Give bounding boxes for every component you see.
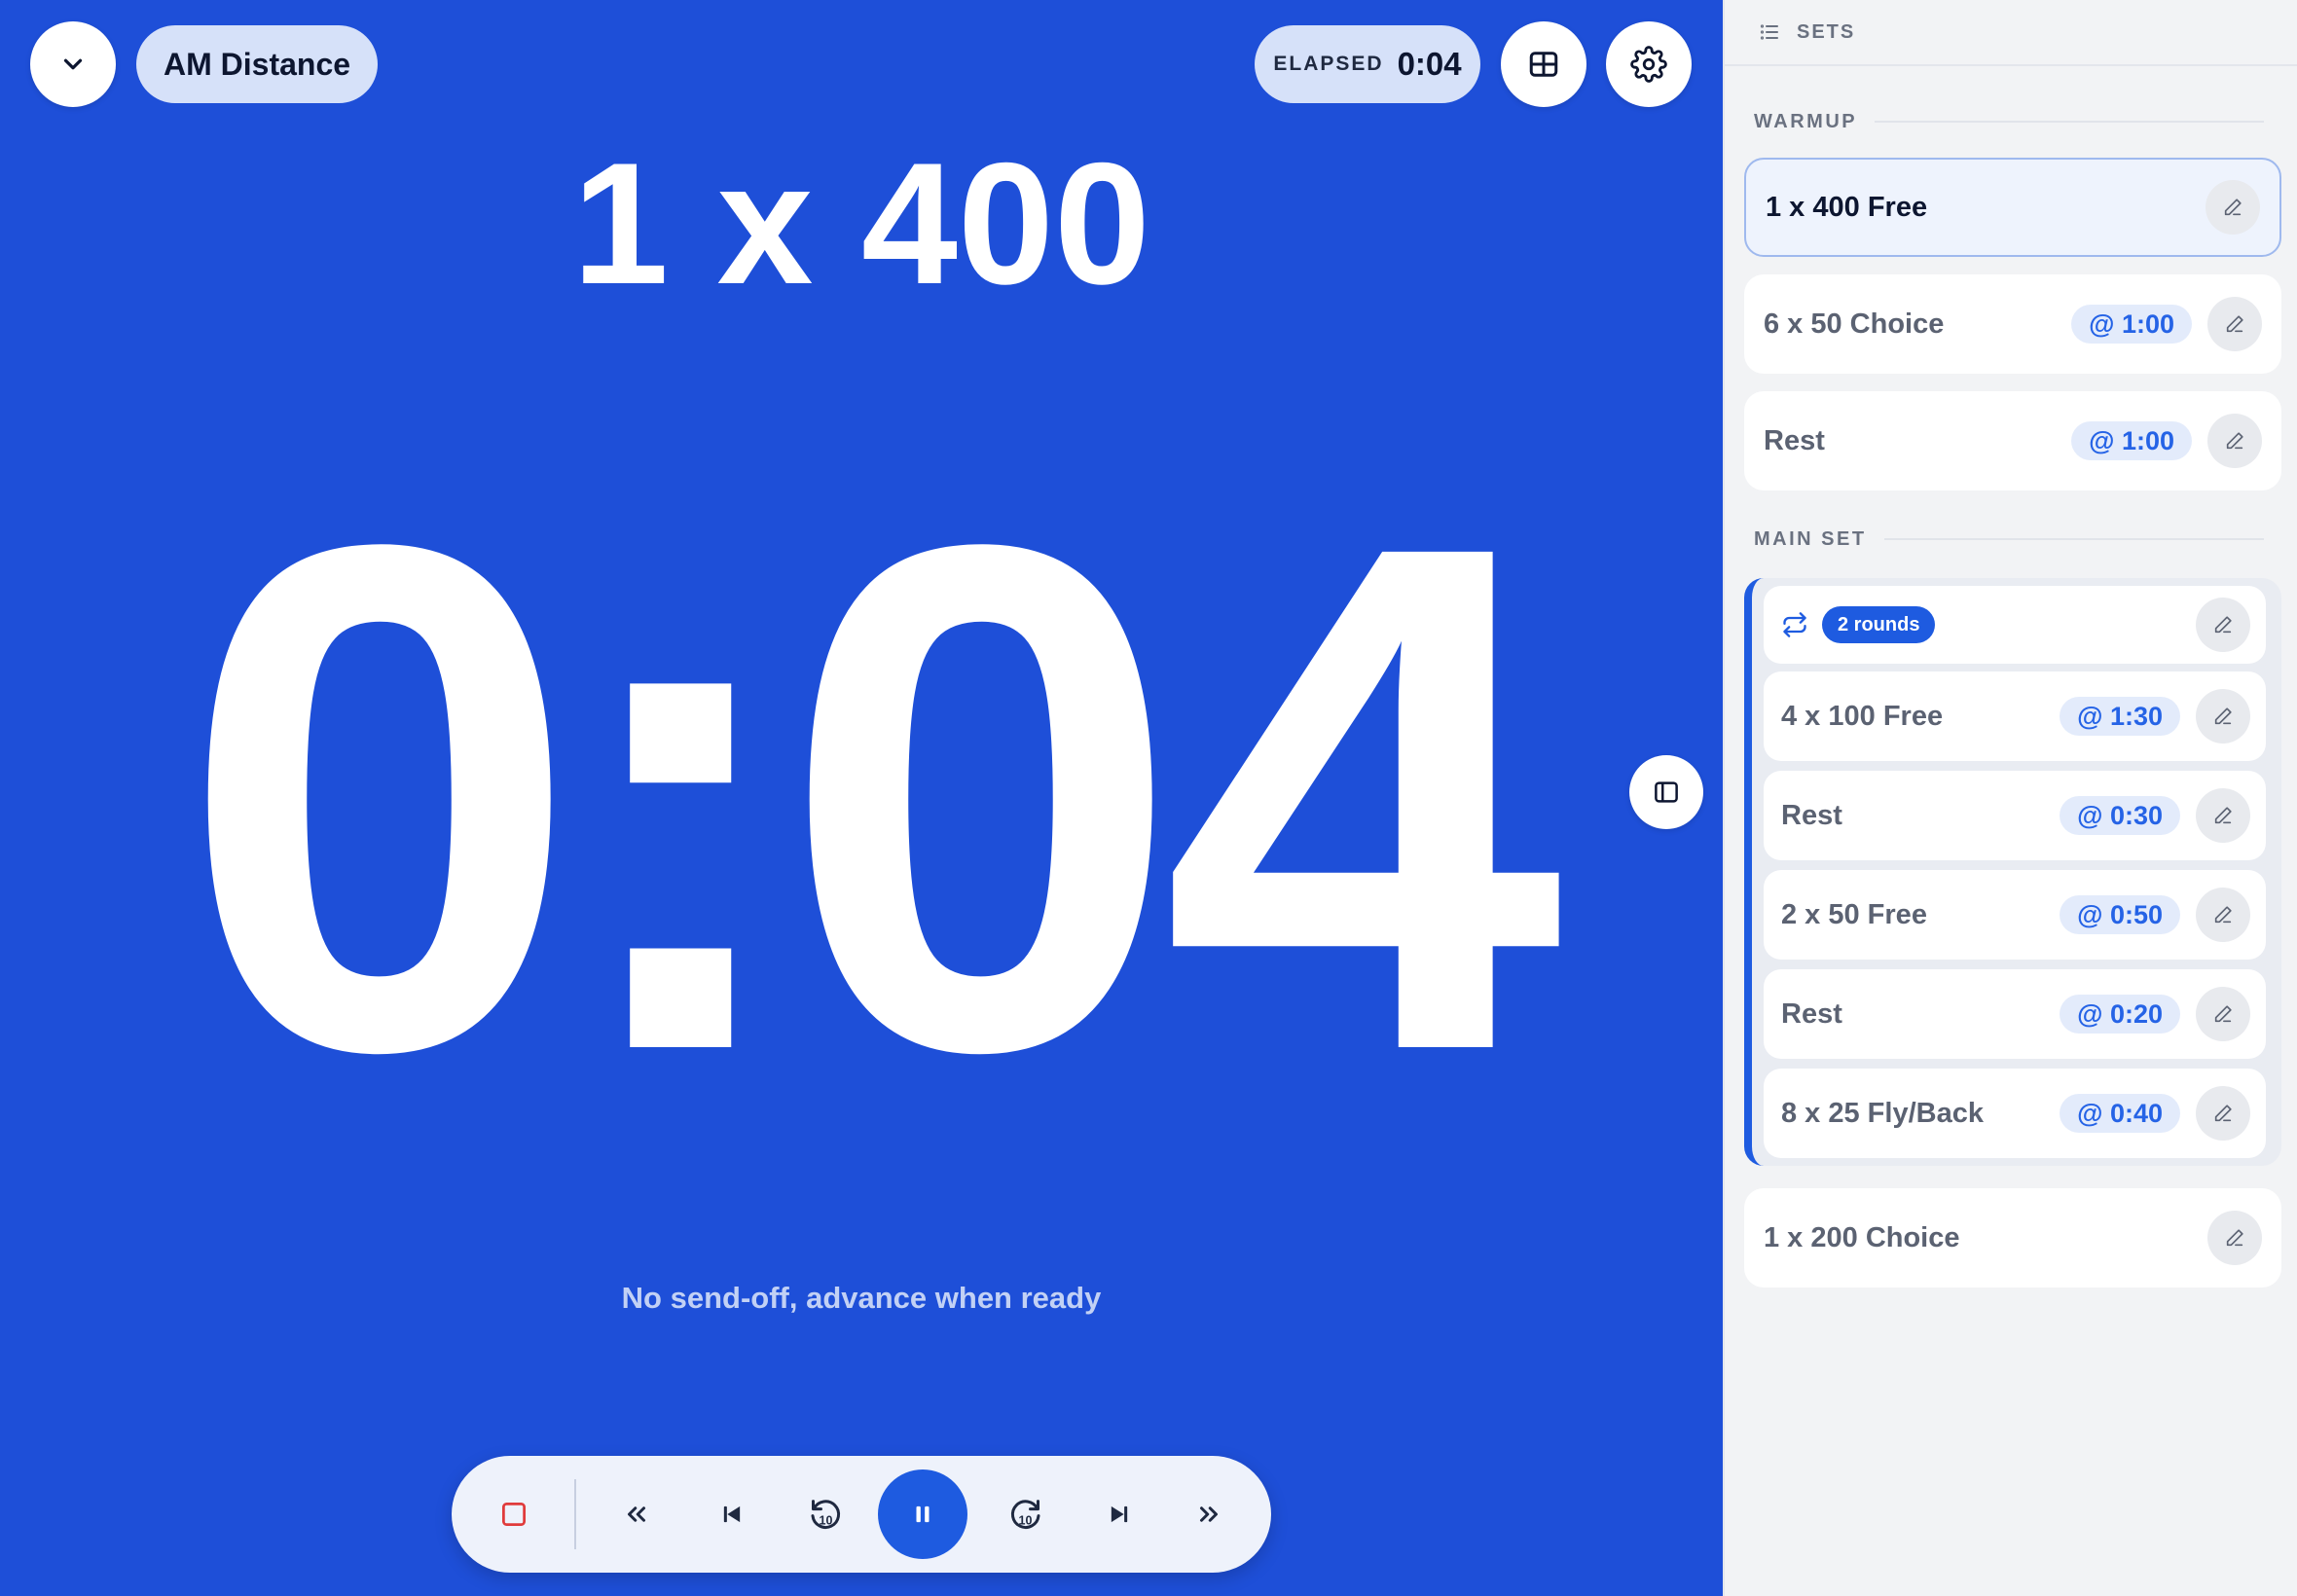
edit-button[interactable]: [2196, 888, 2250, 942]
rewind-10-button[interactable]: 10: [786, 1456, 864, 1573]
next-set-button[interactable]: [1170, 1456, 1248, 1573]
countdown-timer: 0:04: [179, 395, 1562, 1200]
sidebar-header: SETS: [1725, 0, 2297, 66]
set-item[interactable]: 4 x 100 Free @ 1:30: [1764, 671, 2266, 761]
list-icon: [1758, 20, 1781, 44]
sidebar-panel-icon: [1652, 778, 1681, 807]
playback-controls: 10 10: [452, 1456, 1271, 1573]
set-item[interactable]: 2 x 50 Free @ 0:50: [1764, 870, 2266, 960]
previous-set-button[interactable]: [598, 1456, 675, 1573]
elapsed-value: 0:04: [1397, 46, 1462, 82]
sendoff-badge: @ 0:40: [2060, 1094, 2180, 1133]
pencil-icon: [2212, 614, 2234, 635]
collapse-button[interactable]: [30, 21, 116, 107]
pencil-icon: [2212, 904, 2234, 925]
set-label: 6 x 50 Choice: [1764, 308, 1945, 340]
set-item[interactable]: 8 x 25 Fly/Back @ 0:40: [1764, 1069, 2266, 1158]
skip-forward-icon: [1106, 1501, 1133, 1528]
sendoff-badge: @ 1:00: [2071, 305, 2192, 344]
pencil-icon: [2222, 197, 2243, 218]
skip-back-button[interactable]: [693, 1456, 771, 1573]
svg-text:10: 10: [820, 1513, 833, 1527]
section-title: MAIN SET: [1754, 527, 1867, 550]
set-label: 1 x 200 Choice: [1764, 1221, 1960, 1253]
double-chevron-right-icon: [1194, 1500, 1223, 1529]
set-item[interactable]: Rest @ 1:00: [1744, 391, 2281, 490]
edit-button[interactable]: [2207, 297, 2262, 351]
stop-icon: [499, 1500, 529, 1529]
set-label: Rest: [1781, 799, 1842, 831]
pencil-icon: [2212, 1103, 2234, 1124]
set-item[interactable]: Rest @ 0:20: [1764, 969, 2266, 1059]
section-header-main-set: MAIN SET: [1754, 525, 2264, 554]
sidebar-toggle-button[interactable]: [1629, 755, 1703, 829]
edit-button[interactable]: [2196, 598, 2250, 652]
set-item[interactable]: 1 x 200 Choice: [1744, 1188, 2281, 1288]
settings-button[interactable]: [1606, 21, 1692, 107]
set-label: Rest: [1764, 424, 1825, 456]
chevron-down-icon: [58, 50, 88, 79]
set-item[interactable]: Rest @ 0:30: [1764, 771, 2266, 860]
gear-icon: [1630, 46, 1667, 83]
layout-button[interactable]: [1501, 21, 1586, 107]
edit-button[interactable]: [2207, 1211, 2262, 1265]
app-root: AM Distance ELAPSED 0:04 1 x 400 0:04 No…: [0, 0, 2297, 1596]
edit-button[interactable]: [2207, 414, 2262, 468]
workout-name-pill[interactable]: AM Distance: [136, 25, 379, 103]
pencil-icon: [2224, 1227, 2245, 1249]
edit-button[interactable]: [2206, 180, 2260, 235]
stop-button[interactable]: [475, 1456, 553, 1573]
sendoff-badge: @ 0:20: [2060, 995, 2180, 1034]
edit-button[interactable]: [2196, 689, 2250, 744]
edit-button[interactable]: [2196, 987, 2250, 1041]
sendoff-badge: @ 0:50: [2060, 895, 2180, 934]
section-divider: [1883, 538, 2264, 540]
forward-10-button[interactable]: 10: [987, 1456, 1065, 1573]
pencil-icon: [2212, 1003, 2234, 1025]
pencil-icon: [2224, 313, 2245, 335]
rounds-badge: 2 rounds: [1822, 606, 1936, 643]
current-set-title: 1 x 400: [572, 127, 1150, 320]
sendoff-badge: @ 1:00: [2071, 421, 2192, 460]
pause-icon: [910, 1502, 935, 1527]
forward-10-icon: 10: [1006, 1495, 1045, 1534]
edit-button[interactable]: [2196, 788, 2250, 843]
elapsed-label: ELAPSED: [1273, 53, 1384, 75]
sidebar-title: SETS: [1797, 20, 1856, 43]
rounds-header[interactable]: 2 rounds: [1764, 586, 2266, 664]
pencil-icon: [2224, 430, 2245, 452]
section-title: WARMUP: [1754, 110, 1858, 132]
grid-layout-icon: [1526, 47, 1561, 82]
skip-back-icon: [718, 1501, 746, 1528]
set-label: 8 x 25 Fly/Back: [1781, 1097, 1984, 1129]
pencil-icon: [2212, 706, 2234, 727]
timer-panel: AM Distance ELAPSED 0:04 1 x 400 0:04 No…: [0, 0, 1723, 1596]
set-label: Rest: [1781, 998, 1842, 1030]
edit-button[interactable]: [2196, 1086, 2250, 1141]
double-chevron-left-icon: [622, 1500, 651, 1529]
pencil-icon: [2212, 805, 2234, 826]
set-item[interactable]: 6 x 50 Choice @ 1:00: [1744, 274, 2281, 374]
controls-divider: [574, 1479, 576, 1549]
repeat-icon: [1781, 611, 1808, 638]
sendoff-badge: @ 0:30: [2060, 796, 2180, 835]
set-label: 4 x 100 Free: [1781, 700, 1944, 732]
sets-sidebar: SETS WARMUP 1 x 400 Free 6 x 50 Choice @…: [1723, 0, 2297, 1596]
set-hint: No send-off, advance when ready: [621, 1281, 1102, 1315]
sendoff-badge: @ 1:30: [2060, 697, 2180, 736]
skip-forward-button[interactable]: [1080, 1456, 1158, 1573]
set-label: 2 x 50 Free: [1781, 898, 1927, 930]
section-header-warmup: WARMUP: [1754, 107, 2264, 136]
set-label: 1 x 400 Free: [1766, 191, 1928, 223]
pause-button[interactable]: [878, 1469, 967, 1559]
section-divider: [1875, 121, 2264, 123]
elapsed-timer: ELAPSED 0:04: [1255, 25, 1480, 103]
workout-name: AM Distance: [164, 46, 351, 82]
svg-text:10: 10: [1019, 1513, 1033, 1527]
rounds-group: 2 rounds 4 x 100 Free @ 1:30 Rest @ 0:30…: [1744, 578, 2281, 1166]
set-item-active[interactable]: 1 x 400 Free: [1744, 158, 2281, 257]
rewind-10-icon: 10: [806, 1495, 845, 1534]
